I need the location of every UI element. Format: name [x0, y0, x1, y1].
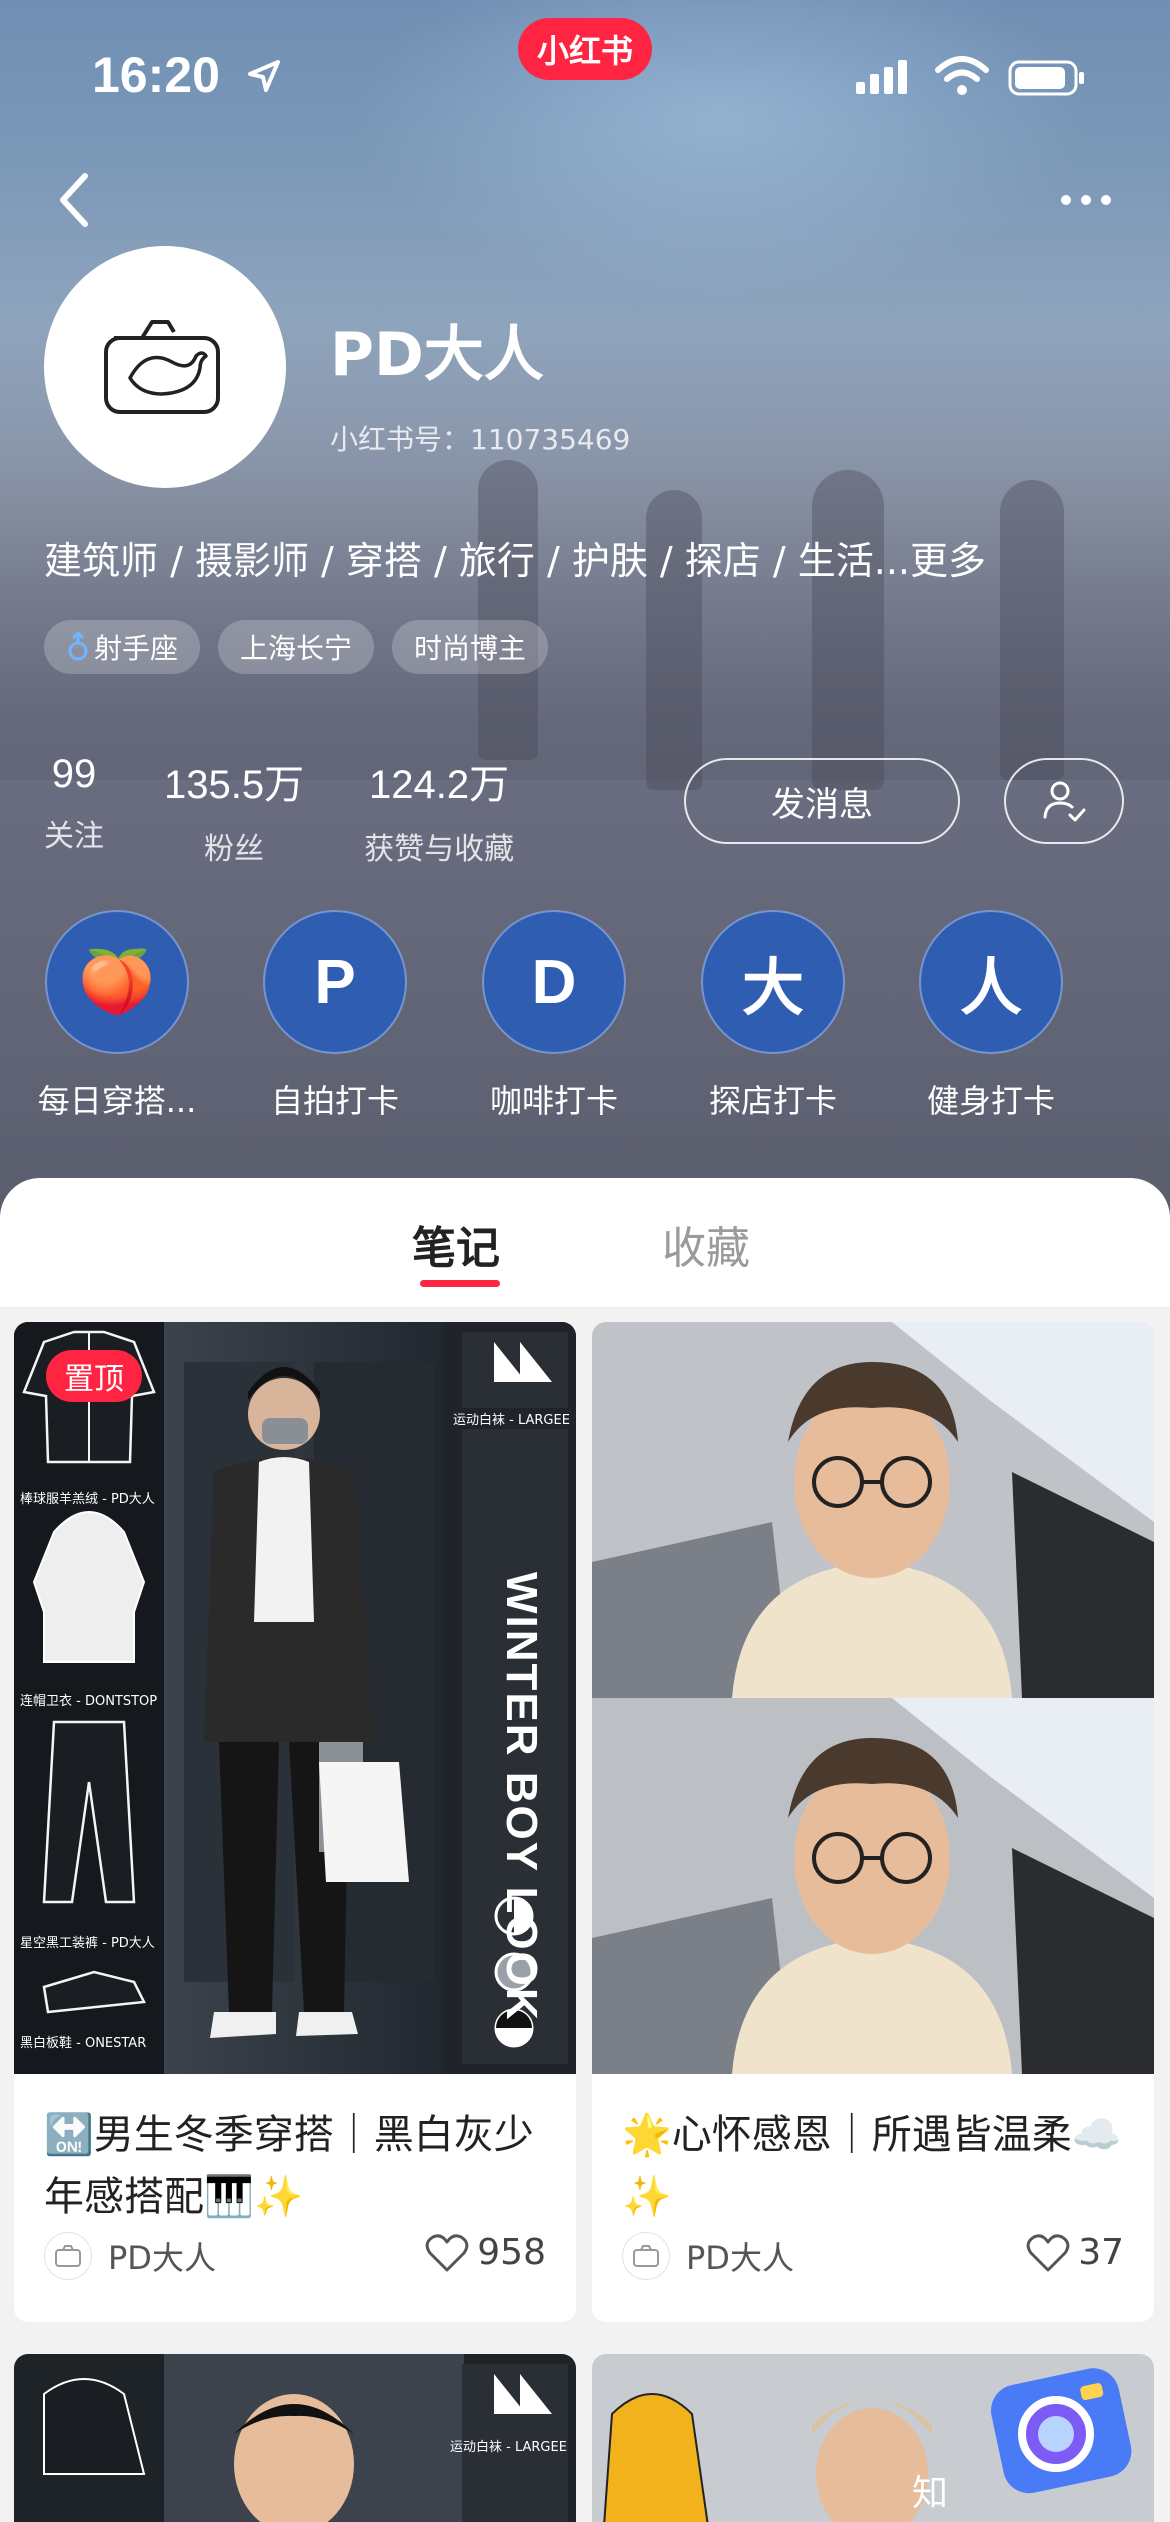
collection-label: 咖啡打卡	[489, 1082, 618, 1120]
tab-bar: 笔记 收藏	[0, 1178, 1170, 1308]
author-avatar	[622, 2232, 670, 2280]
peach-icon: 🍑	[45, 910, 189, 1054]
dot	[1101, 195, 1111, 205]
camera-logo-icon	[55, 2245, 81, 2267]
note-cover-outfit: WINTER BOY LOOK 运动白袜 - LARGEE 棒球服羊羔绒 - P…	[14, 1322, 576, 2074]
like-count: 37	[1078, 2232, 1124, 2273]
male-gender-icon	[68, 632, 88, 661]
note-card[interactable]: WINTER BOY LOOK 运动白袜 - LARGEE 棒球服羊羔绒 - P…	[14, 1322, 576, 2322]
collection-label: 每日穿搭...	[37, 1082, 197, 1120]
heart-icon	[1026, 2233, 1070, 2271]
note-author[interactable]: PD大人	[622, 2232, 794, 2280]
note-card[interactable]: 🌟心怀感恩｜所遇皆温柔☁️✨ PD大人 37	[592, 1322, 1154, 2322]
content-panel: 笔记 收藏 WINTER BOY LOOK 运动白袜 - LARGEE 棒球服羊…	[0, 1178, 1170, 2522]
poster-title: WINTER BOY LOOK	[497, 1572, 546, 2022]
note-author[interactable]: PD大人	[44, 2232, 216, 2280]
camera-logo-icon	[633, 2245, 659, 2267]
product-label: 运动白袜 - LARGEE	[450, 2440, 567, 2455]
location-arrow-icon	[248, 60, 280, 92]
collection-glyph: D	[482, 910, 626, 1054]
stat-value: 135.5万	[164, 763, 305, 807]
followed-status-button[interactable]	[1004, 758, 1124, 844]
product-label: 运动白袜 - LARGEE	[450, 1408, 573, 1429]
collections-row: 🍑 每日穿搭... P 自拍打卡 D 咖啡打卡 大 探店打卡 人 健身打卡	[0, 910, 1170, 1130]
stat-value: 99	[51, 752, 97, 796]
profile-nickname: PD大人	[330, 320, 544, 390]
collection-glyph: 大	[701, 910, 845, 1054]
watermark-text: 知	[912, 2473, 949, 2514]
active-tab-indicator	[420, 1280, 500, 1287]
tag-location[interactable]: 上海长宁	[218, 620, 375, 674]
stat-followers[interactable]: 135.5万 粉丝	[164, 752, 304, 868]
camera-whale-logo-icon	[104, 320, 220, 414]
note-cover-selfie	[592, 1322, 1154, 2074]
collection-daily-outfit[interactable]: 🍑 每日穿搭...	[12, 910, 222, 1122]
stat-likes-collects[interactable]: 124.2万 获赞与收藏	[364, 752, 514, 868]
back-chevron-icon	[60, 173, 88, 227]
dot	[1081, 195, 1091, 205]
collection-shop-visit[interactable]: 大 探店打卡	[668, 910, 878, 1122]
collection-label: 探店打卡	[708, 1082, 837, 1120]
stat-value: 124.2万	[369, 763, 510, 807]
collection-fitness[interactable]: 人 健身打卡	[886, 910, 1096, 1122]
heart-icon	[425, 2233, 469, 2271]
author-avatar	[44, 2232, 92, 2280]
product-label: 星空黑工装裤 - PD大人	[20, 1936, 155, 1951]
product-label: 连帽卫衣 - DONTSTOP	[20, 1694, 158, 1709]
author-name: PD大人	[108, 2239, 216, 2277]
tag-label: 上海长宁	[240, 632, 353, 665]
collection-glyph: P	[263, 910, 407, 1054]
like-count: 958	[477, 2232, 546, 2273]
profile-header: 16:20 小红书 PD大人 小红书号：110735469 建筑师 / 摄影师 …	[0, 0, 1170, 1240]
collection-glyph: 人	[919, 910, 1063, 1054]
user-check-icon	[1043, 781, 1086, 822]
tag-label: 射手座	[94, 632, 179, 665]
author-name: PD大人	[686, 2239, 794, 2277]
stat-label: 关注	[44, 819, 104, 854]
selfie-image	[592, 1322, 1154, 2074]
stat-label: 粉丝	[204, 832, 265, 867]
note-title: 🔛男生冬季穿搭｜黑白灰少年感搭配🎹✨	[44, 2112, 534, 2220]
cellular-signal-icon	[856, 60, 907, 94]
more-options-button[interactable]	[1046, 170, 1126, 230]
wifi-icon	[935, 56, 989, 95]
tag-identity[interactable]: 时尚博主	[392, 620, 549, 674]
tab-notes[interactable]: 笔记	[412, 1212, 500, 1276]
product-label: 棒球服羊羔绒 - PD大人	[20, 1492, 155, 1507]
back-button[interactable]	[40, 160, 110, 240]
send-message-button[interactable]: 发消息	[684, 758, 960, 844]
tag-zodiac[interactable]: 射手座	[44, 620, 201, 674]
tab-favorites[interactable]: 收藏	[662, 1212, 750, 1276]
note-card[interactable]: 运动白袜 - LARGEE	[14, 2354, 576, 2522]
pinned-badge: 置顶	[46, 1350, 142, 1402]
collection-selfie[interactable]: P 自拍打卡	[230, 910, 440, 1122]
brand-badge: 小红书	[518, 18, 652, 80]
background-figure	[1000, 480, 1064, 780]
floating-camera-button[interactable]	[970, 2340, 1140, 2510]
background-figure	[812, 470, 884, 790]
profile-bio[interactable]: 建筑师 / 摄影师 / 穿搭 / 旅行 / 护肤 / 探店 / 生活...更多	[44, 530, 986, 585]
like-button[interactable]: 37	[1026, 2232, 1124, 2273]
status-time: 16:20	[92, 47, 220, 103]
camera-icon	[991, 2368, 1132, 2494]
background-figure	[478, 460, 538, 760]
stat-label: 获赞与收藏	[364, 832, 515, 867]
note-title: 🌟心怀感恩｜所遇皆温柔☁️✨	[622, 2112, 1122, 2220]
stat-following[interactable]: 99 关注	[44, 752, 104, 868]
battery-icon	[1008, 60, 1084, 96]
tag-label: 时尚博主	[414, 632, 527, 665]
profile-tags: 射手座 上海长宁 时尚博主	[44, 620, 549, 674]
profile-avatar[interactable]	[44, 246, 286, 488]
like-button[interactable]: 958	[425, 2232, 546, 2273]
profile-stats: 99 关注 135.5万 粉丝 124.2万 获赞与收藏	[44, 752, 574, 868]
profile-id[interactable]: 小红书号：110735469	[330, 418, 630, 458]
status-bar: 16:20 小红书	[0, 0, 1170, 150]
collection-label: 自拍打卡	[270, 1082, 399, 1120]
collection-coffee[interactable]: D 咖啡打卡	[449, 910, 659, 1122]
collection-label: 健身打卡	[926, 1082, 1055, 1120]
dot	[1061, 195, 1071, 205]
product-label: 黑白板鞋 - ONESTAR	[20, 2036, 147, 2051]
